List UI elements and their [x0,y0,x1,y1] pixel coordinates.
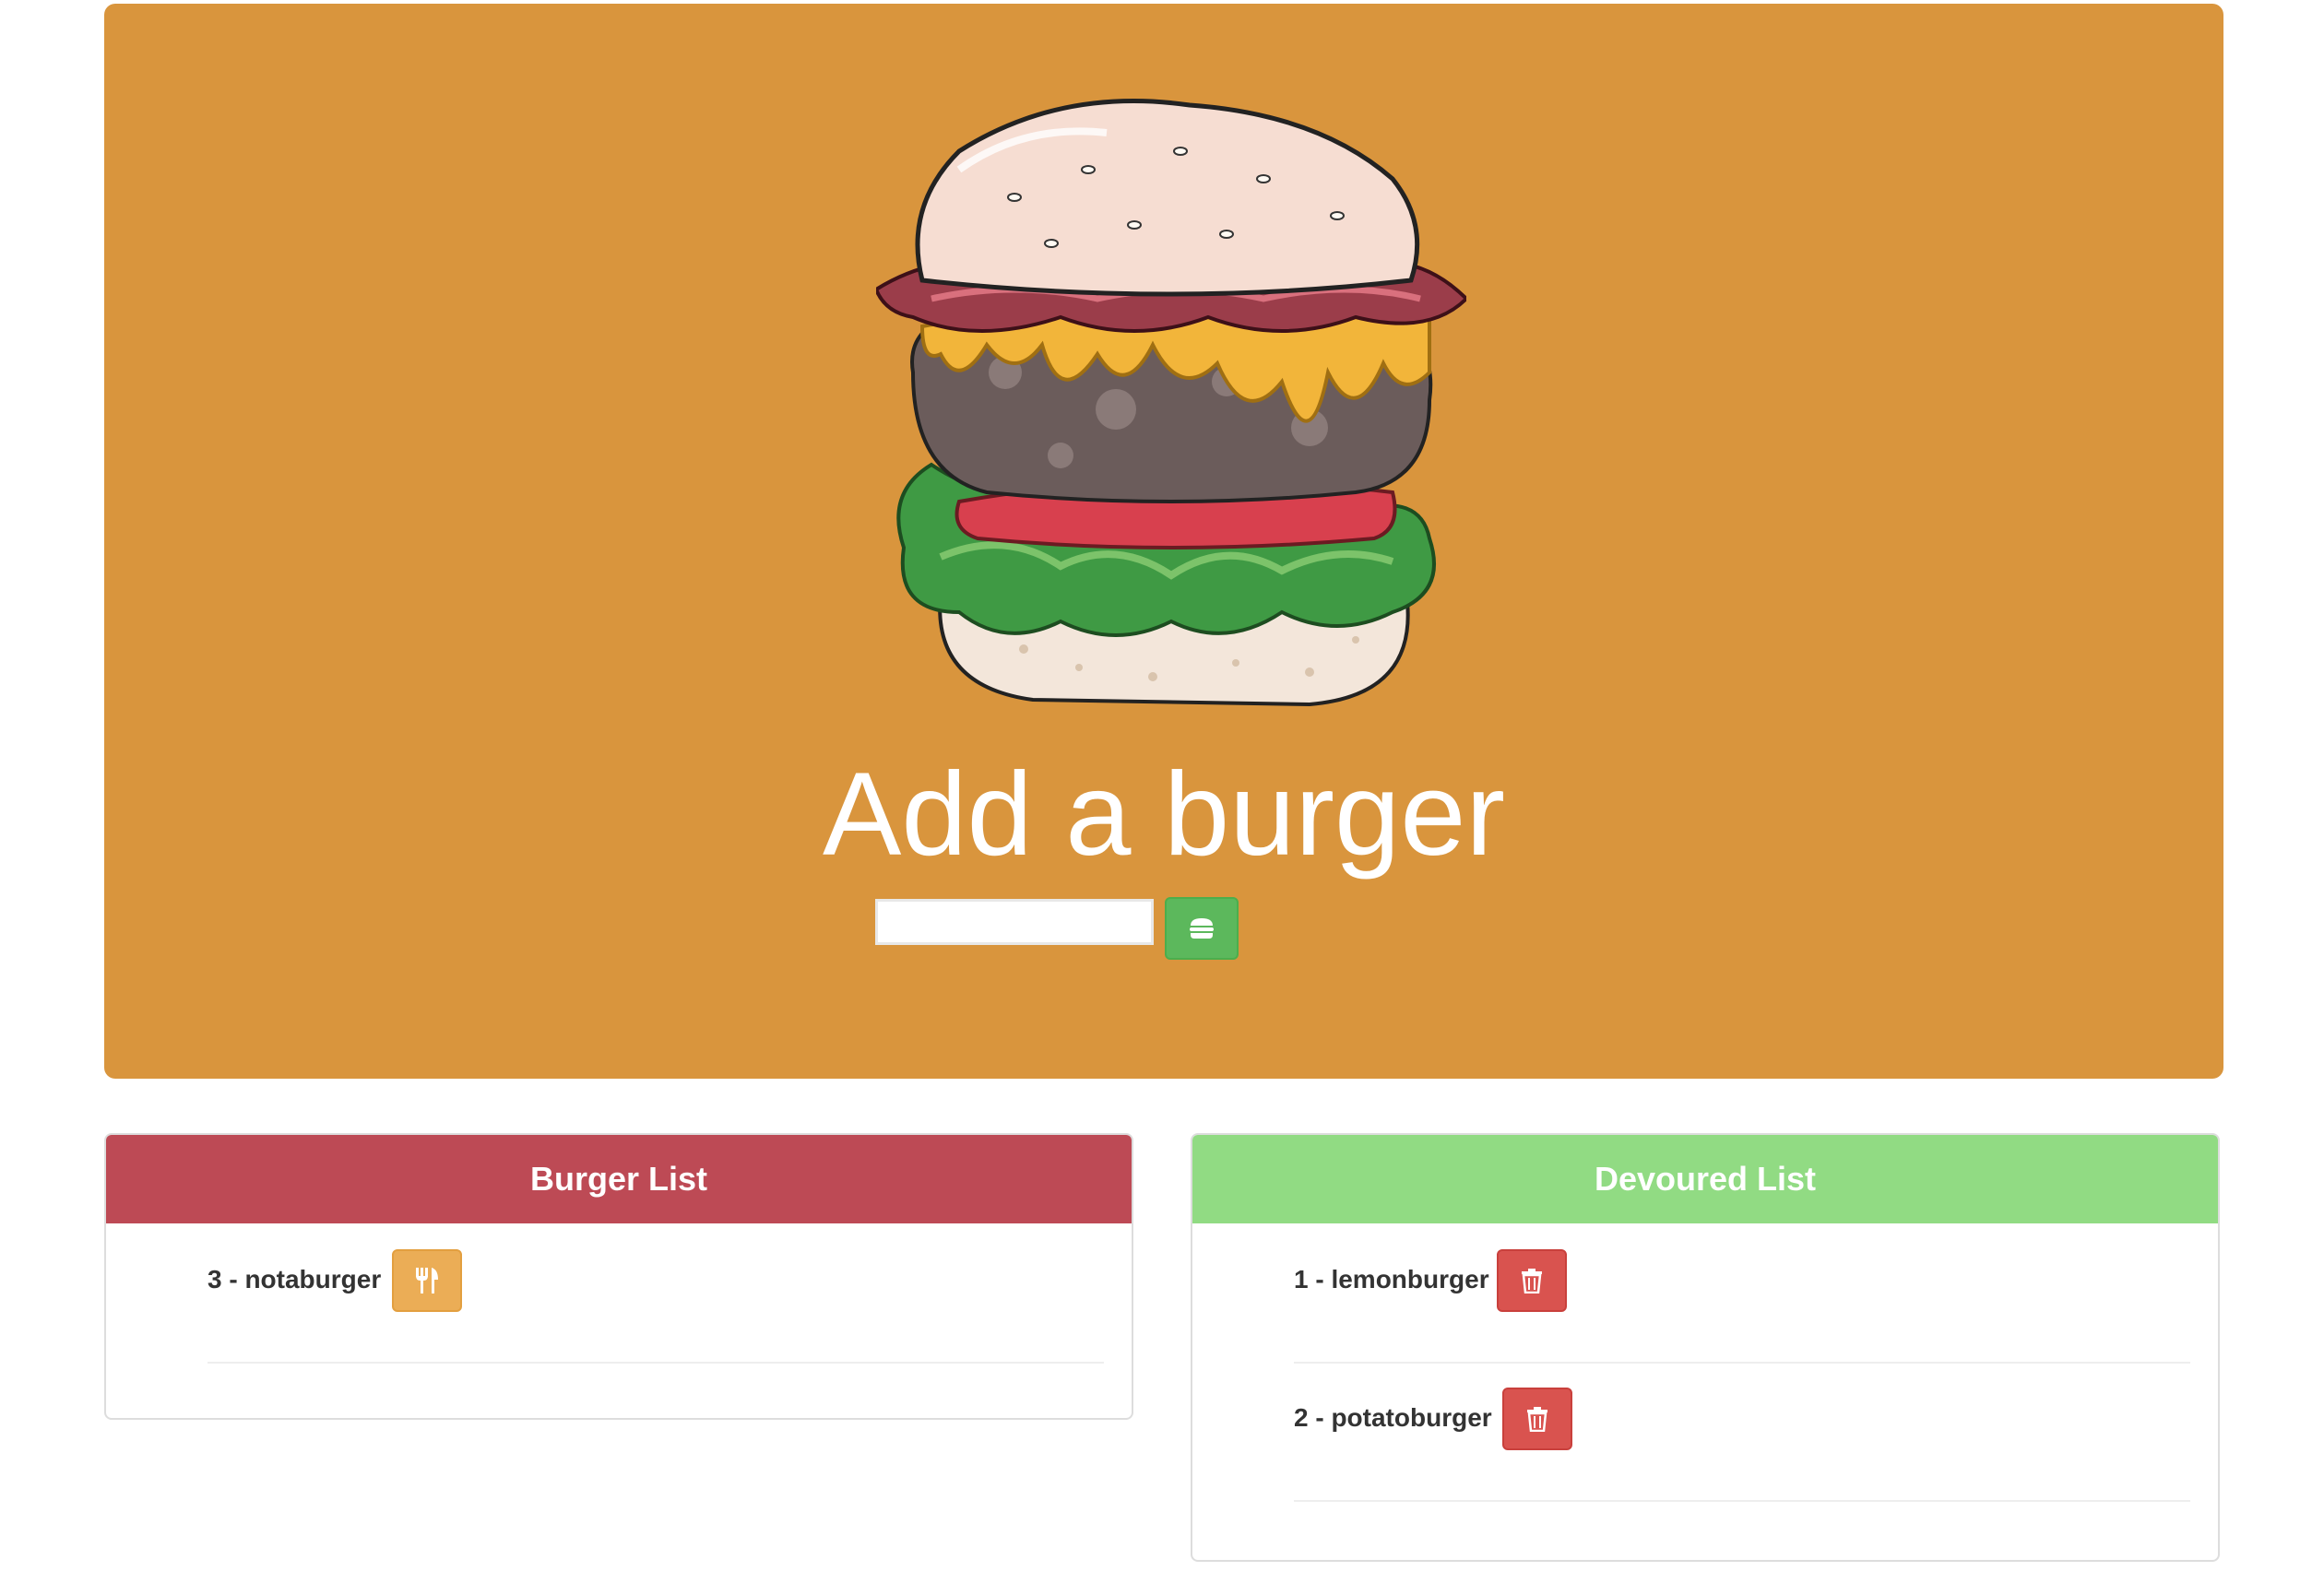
devoured-list-heading: Devoured List [1192,1135,2218,1223]
delete-button[interactable] [1502,1388,1572,1450]
devour-button[interactable] [392,1249,462,1312]
devoured-list-panel: Devoured List 1 - lemonburger 2 - potato… [1191,1133,2220,1562]
devoured-item-label: 1 - lemonburger [1294,1265,1489,1293]
burger-illustration [876,99,1466,707]
burger-name-input[interactable] [875,899,1154,945]
hero-jumbotron: Add a burger [104,4,2223,1079]
delete-button[interactable] [1497,1249,1567,1312]
add-burger-button[interactable] [1165,897,1239,960]
list-item: 1 - lemonburger [1294,1223,2190,1364]
list-item: 2 - potatoburger [1294,1362,2190,1502]
trash-icon [1522,1269,1542,1293]
list-item: 3 - notaburger [208,1223,1104,1364]
burger-list-heading: Burger List [106,1135,1132,1223]
burger-list-panel: Burger List 3 - notaburger [104,1133,1133,1420]
burger-icon [1190,918,1214,939]
trash-icon [1527,1407,1547,1432]
page-title: Add a burger [822,749,1506,880]
burger-item-label: 3 - notaburger [208,1265,382,1293]
utensils-icon [416,1268,438,1293]
devoured-item-label: 2 - potatoburger [1294,1403,1492,1432]
